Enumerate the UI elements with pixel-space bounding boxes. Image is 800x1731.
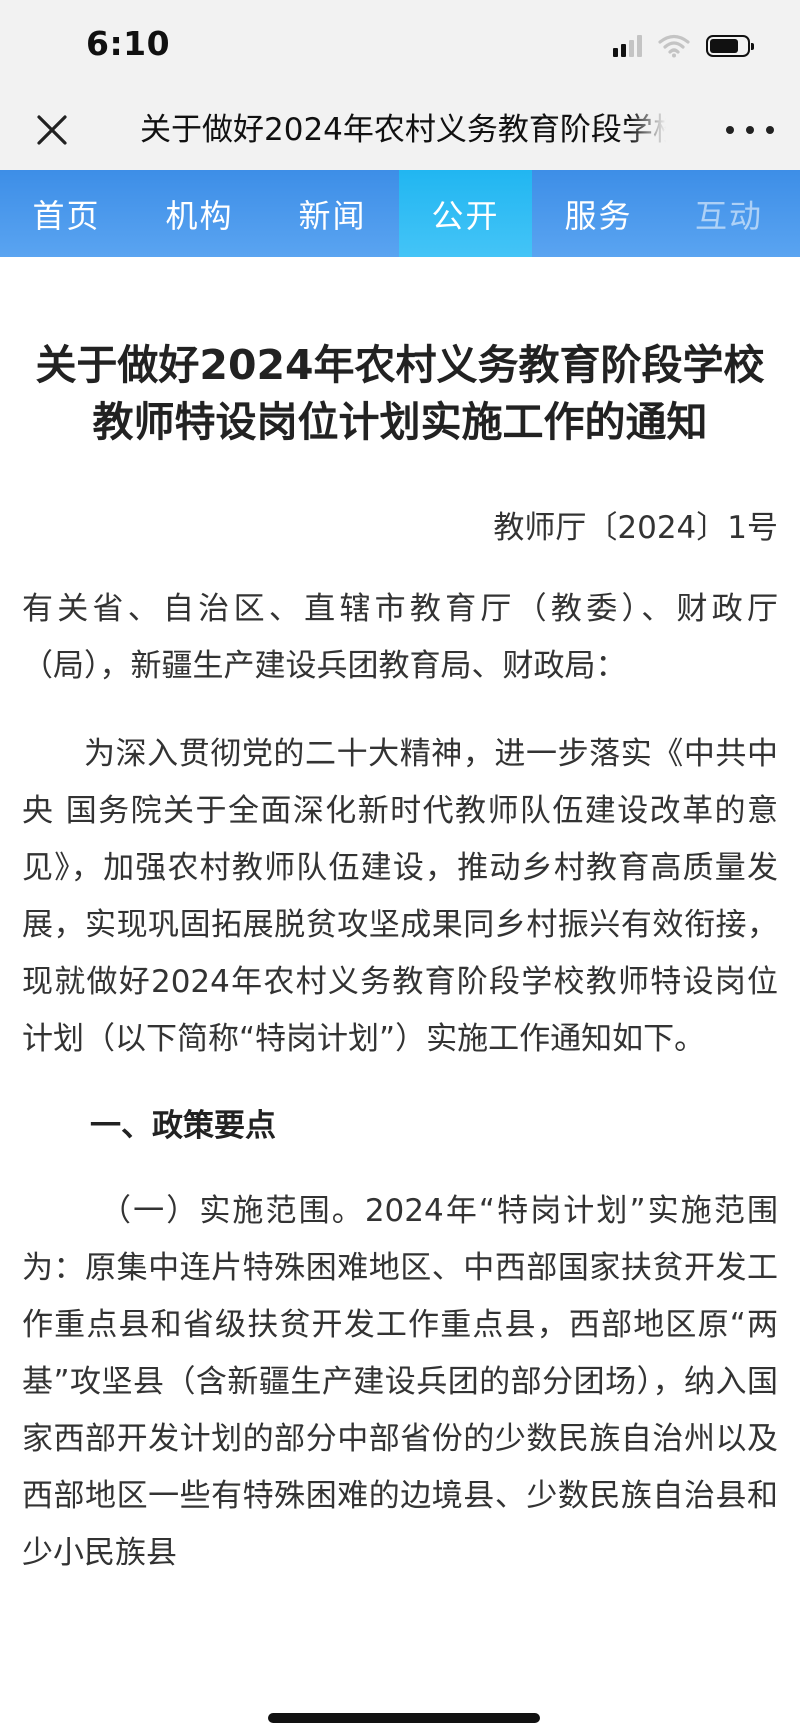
header-title: 关于做好2024年农村义务教育阶段学校教师特设岗位计划实施工作的通知: [140, 112, 666, 148]
status-time: 6:10: [86, 24, 171, 63]
home-indicator[interactable]: [268, 1713, 540, 1723]
addressee-paragraph: 有关省、自治区、直辖市教育厅（教委）、财政厅（局），新疆生产建设兵团教育局、财政…: [22, 591, 778, 684]
more-icon: [726, 126, 734, 134]
status-bar: 6:10: [0, 0, 800, 90]
nav-item-service[interactable]: 服务: [532, 170, 665, 257]
app-header: 关于做好2024年农村义务教育阶段学校教师特设岗位计划实施工作的通知: [0, 90, 800, 170]
intro-paragraph: 为深入贯彻党的二十大精神，进一步落实《中共中央 国务院关于全面深化新时代教师队伍…: [22, 736, 778, 1057]
nav-item-home[interactable]: 首页: [0, 170, 133, 257]
nav-item-news[interactable]: 新闻: [266, 170, 399, 257]
nav-item-interaction[interactable]: 互动: [665, 170, 798, 257]
more-button[interactable]: [726, 114, 774, 146]
section-heading: 一、政策要点: [90, 1108, 276, 1144]
article: 关于做好2024年农村义务教育阶段学校教师特设岗位计划实施工作的通知 教师厅〔2…: [0, 257, 800, 1582]
top-nav: 首页 机构 新闻 公开 服务 互动: [0, 170, 800, 257]
signal-icon: [613, 35, 642, 57]
close-icon: [37, 115, 67, 145]
document-number: 教师厅〔2024〕1号: [493, 510, 778, 546]
nav-item-organization[interactable]: 机构: [133, 170, 266, 257]
scope-paragraph: （一）实施范围。2024年“特岗计划”实施范围为：原集中连片特殊困难地区、中西部…: [22, 1193, 778, 1571]
status-icons: [613, 30, 754, 62]
wifi-icon: [658, 34, 690, 58]
article-title: 关于做好2024年农村义务教育阶段学校教师特设岗位计划实施工作的通知: [35, 341, 765, 446]
battery-icon: [706, 35, 754, 57]
close-button[interactable]: [30, 108, 74, 152]
nav-item-public[interactable]: 公开: [399, 170, 532, 257]
